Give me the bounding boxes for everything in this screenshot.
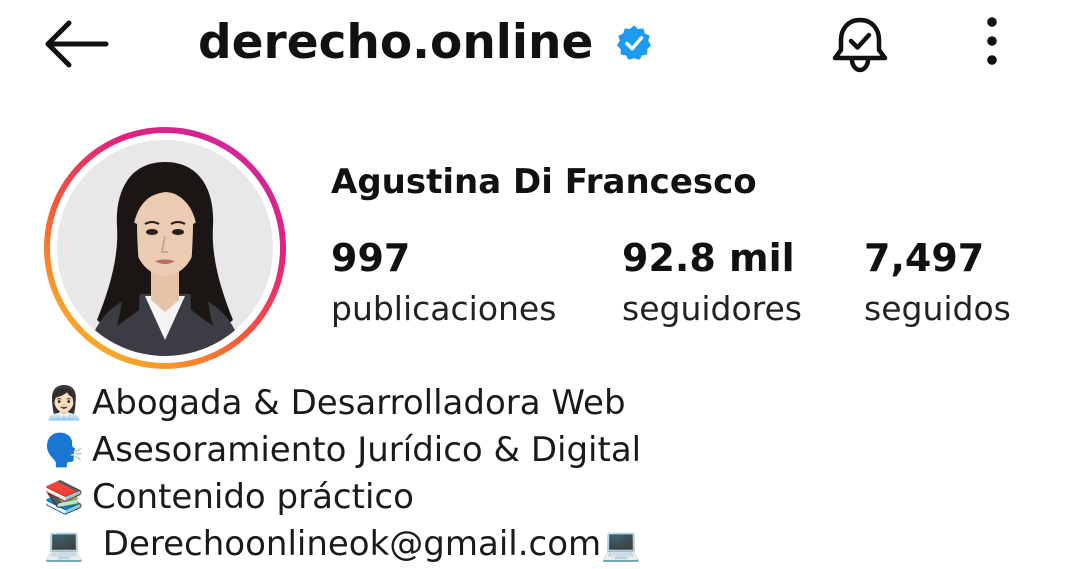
bio-text: Contenido práctico [92,477,414,517]
notifications-button[interactable] [828,14,892,74]
username: derecho.online [198,14,594,70]
bio-text: Abogada & Desarrolladora Web [92,383,626,423]
stat-following-value: 7,497 [864,236,985,280]
stat-followers-label: seguidores [622,289,803,328]
more-vertical-icon [987,17,997,65]
profile-picture-story-ring[interactable] [44,127,286,369]
bio-line: 👩🏻‍💼 Abogada & Desarrolladora Web [44,380,1044,427]
profile-header: derecho.online [0,0,1080,90]
bio-line: 💻 Derechoonlineok@gmail.com💻 [44,521,1044,568]
bio-emoji: 💻 [44,525,84,563]
stat-posts[interactable]: 997 publicaciones [331,232,556,334]
stat-following-label: seguidos [864,289,1011,328]
arrow-left-icon [45,20,109,68]
username-title: derecho.online [198,10,653,74]
bio-emoji: 📚 [44,478,84,516]
stat-posts-label: publicaciones [331,289,557,328]
bell-check-icon [832,17,888,73]
profile-photo [57,140,273,356]
stat-following[interactable]: 7,497 seguidos [864,232,1011,334]
bio-emoji: 🗣️ [44,431,84,469]
bio-email-link[interactable]: Derechoonlineok@gmail.com [92,524,601,564]
more-options-button[interactable] [972,16,1012,68]
avatar [57,140,273,356]
bio-emoji: 👩🏻‍💼 [44,384,84,422]
profile-bio: 👩🏻‍💼 Abogada & Desarrolladora Web 🗣️ Aseso… [44,380,1044,568]
stat-followers-value: 92.8 mil [622,236,795,280]
stat-followers[interactable]: 92.8 mil seguidores [622,232,802,334]
bio-text: Asesoramiento Jurídico & Digital [92,430,642,470]
bio-line: 📚 Contenido práctico [44,474,1044,521]
stat-posts-value: 997 [331,236,411,280]
verified-badge-icon [617,25,652,60]
bio-line: 🗣️ Asesoramiento Jurídico & Digital [44,427,1044,474]
back-button[interactable] [42,18,112,70]
profile-full-name: Agustina Di Francesco [331,162,757,202]
bio-emoji-after: 💻 [601,525,641,563]
